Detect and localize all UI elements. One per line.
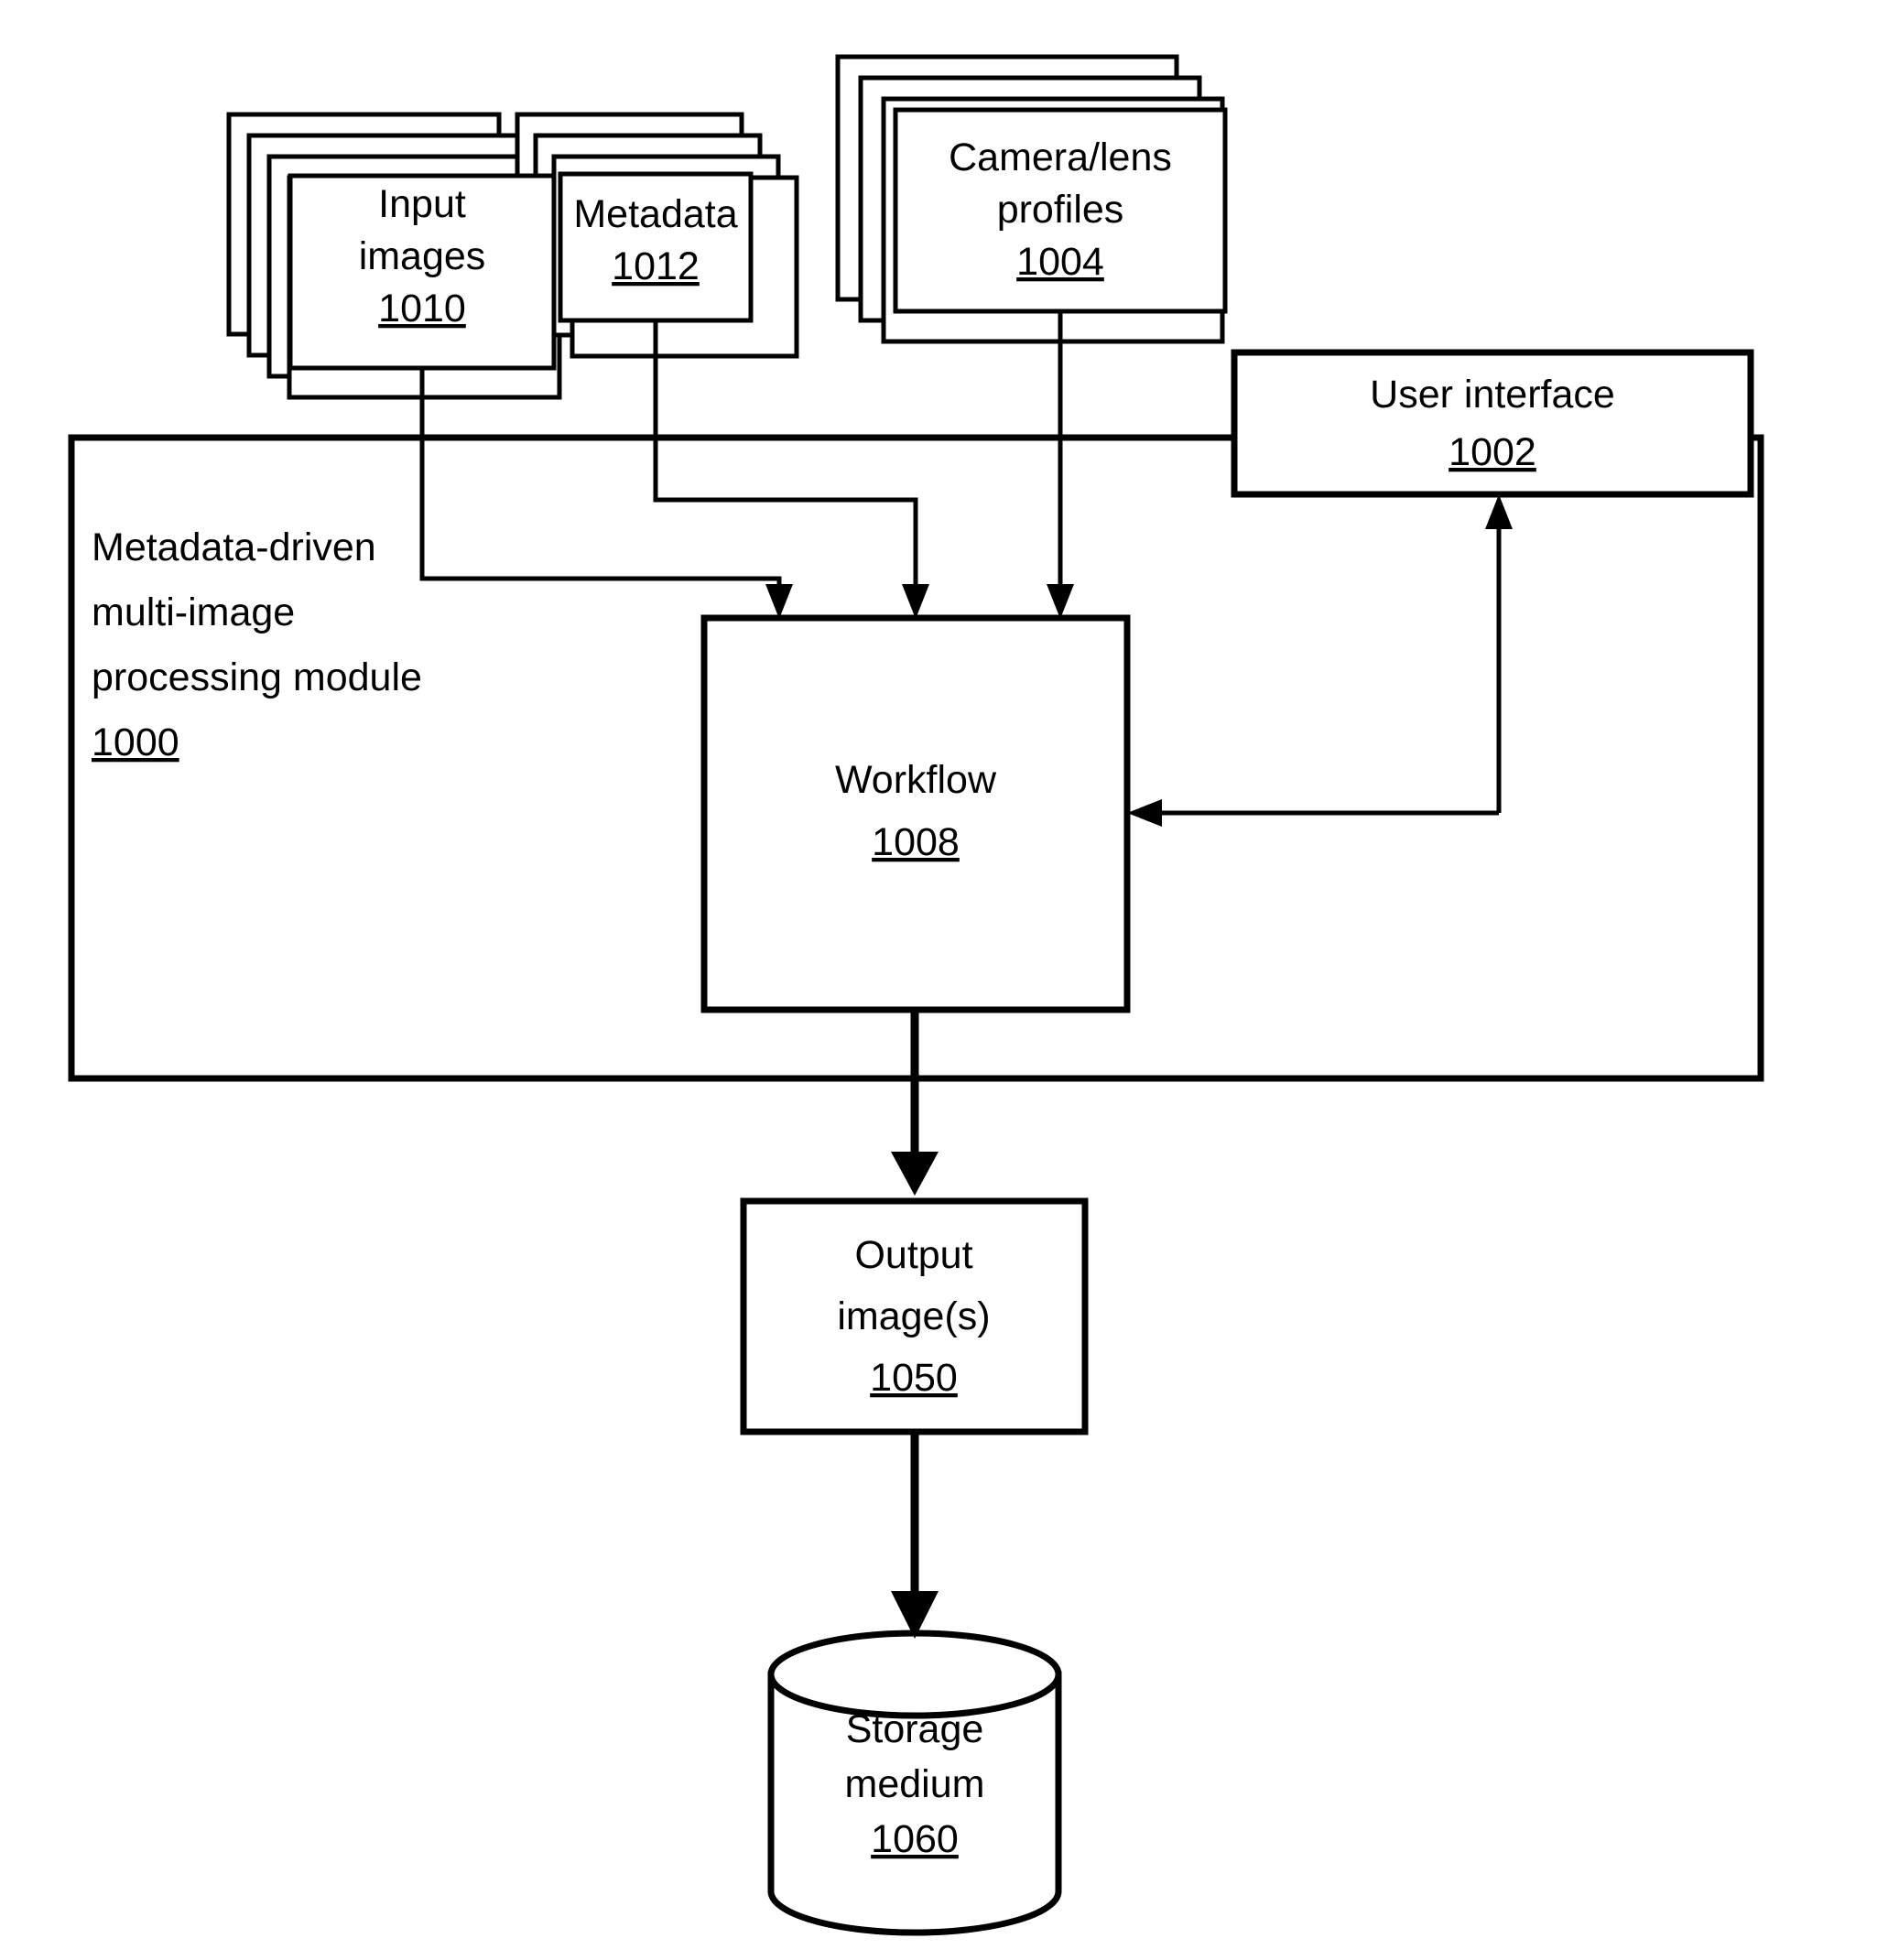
storage-medium-label-line2: medium	[845, 1762, 985, 1806]
storage-medium-ref: 1060	[871, 1817, 959, 1861]
workflow-node[interactable]: Workflow 1008	[700, 614, 1131, 1013]
storage-medium-node[interactable]: Storage medium 1060	[767, 1630, 1062, 1936]
metadata-ref: 1012	[612, 244, 700, 288]
output-images-label-line1: Output	[854, 1233, 972, 1277]
input-images-node[interactable]: Input images 1010	[288, 173, 557, 371]
storage-medium-label-line1: Storage	[846, 1707, 984, 1751]
input-images-label-line2: images	[359, 234, 486, 278]
input-images-label-line1: Input	[378, 182, 466, 226]
metadata-node[interactable]: Metadata 1012	[558, 171, 754, 323]
figure-canvas: Metadata 1012 Input images 1010 Camera/l…	[0, 0, 1899, 1960]
user-interface-ref: 1002	[1449, 430, 1536, 474]
output-images-label-line2: image(s)	[837, 1294, 990, 1338]
output-images-ref: 1050	[870, 1356, 958, 1400]
edge-output-to-storage	[891, 1432, 939, 1639]
processing-module-label-line3: processing module	[92, 655, 422, 699]
camera-lens-profiles-ref: 1004	[1016, 240, 1104, 284]
workflow-label: Workflow	[835, 758, 997, 802]
metadata-label: Metadata	[573, 192, 737, 236]
block-diagram: Metadata 1012 Input images 1010 Camera/l…	[68, 54, 1764, 1936]
input-images-ref: 1010	[378, 287, 466, 330]
user-interface-label: User interface	[1370, 373, 1615, 417]
user-interface-node[interactable]: User interface 1002	[1231, 349, 1754, 498]
camera-lens-profiles-label-line2: profiles	[997, 188, 1124, 232]
workflow-ref: 1008	[872, 820, 960, 864]
processing-module-label-line1: Metadata-driven	[92, 525, 376, 569]
camera-lens-profiles-node[interactable]: Camera/lens profiles 1004	[893, 107, 1228, 314]
processing-module-ref: 1000	[92, 720, 179, 764]
camera-lens-profiles-label-line1: Camera/lens	[949, 135, 1172, 179]
output-images-node[interactable]: Output image(s) 1050	[740, 1197, 1089, 1435]
processing-module-label-line2: multi-image	[92, 590, 295, 634]
